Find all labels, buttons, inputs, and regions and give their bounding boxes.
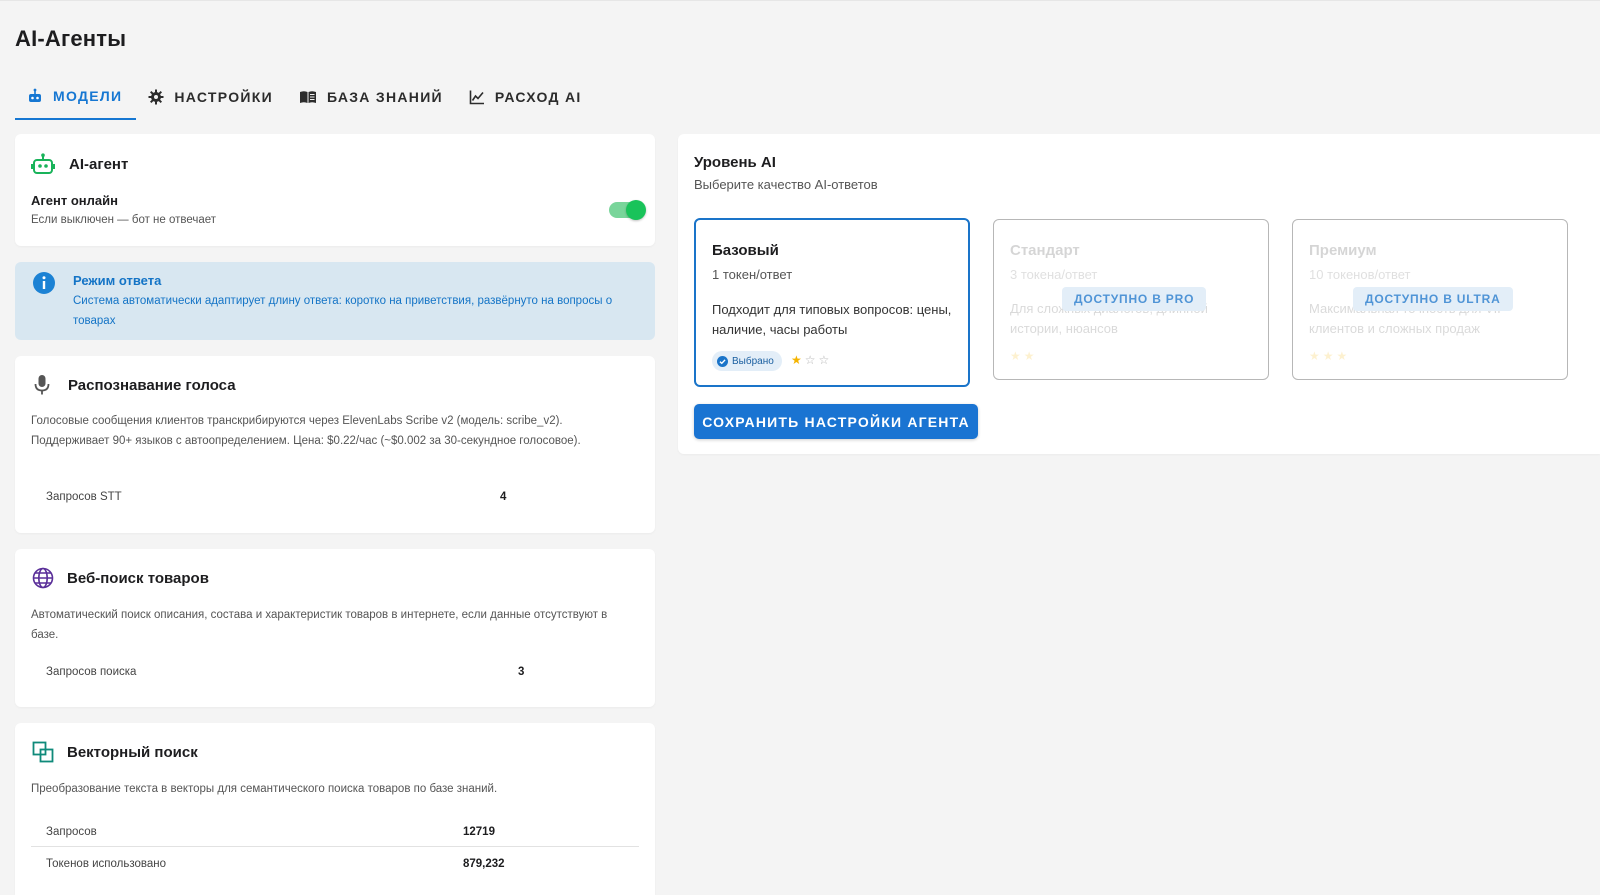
top-divider [0,0,1600,1]
stat-value: 3 [518,666,525,678]
tab-label: НАСТРОЙКИ [174,89,273,105]
tier-name: Стандарт [1010,242,1080,259]
card-description: Преобразование текста в векторы для сема… [31,783,498,795]
robot-icon [31,153,55,174]
tier-card-standard[interactable]: Стандарт 3 токена/ответ Для сложных диал… [993,219,1269,380]
card-title: AI-агент [69,155,129,173]
tier-rating: ★☆☆ [791,353,832,367]
globe-icon [32,567,54,589]
tab-knowledge-base[interactable]: БАЗА ЗНАНИЙ [287,76,457,118]
stat-row: Запросов STT 4 [46,491,526,503]
page-title: AI-Агенты [15,26,127,51]
locked-badge: ДОСТУПНО В ULTRA [1353,287,1513,311]
stat-row: Запросов поиска 3 [46,666,546,678]
line-chart-icon [469,90,484,105]
stat-value: 12719 [463,825,495,838]
tab-label: РАСХОД AI [494,89,582,105]
save-agent-settings-button[interactable]: СОХРАНИТЬ НАСТРОЙКИ АГЕНТА [694,404,978,439]
stat-label: Токенов использовано [46,858,167,870]
info-title: Режим ответа [73,273,162,288]
agent-status-label: Агент онлайн [31,193,118,208]
tier-cost: 10 токенов/ответ [1309,267,1411,282]
tab-label: МОДЕЛИ [53,88,123,104]
microphone-icon [34,375,50,395]
tier-description: Подходит для типовых вопросов: цены, нал… [712,302,952,337]
stat-row: Токенов использовано 879,232 [31,853,639,875]
tier-rating: ★★ [1010,349,1038,363]
tab-models[interactable]: МОДЕЛИ [15,76,137,120]
vector-search-card: Векторный поиск Преобразование текста в … [15,723,655,895]
stat-label: Запросов STT [46,491,122,503]
response-mode-info: Режим ответа Система автоматически адапт… [15,262,655,340]
stat-value: 4 [500,491,507,503]
stat-label: Запросов поиска [46,666,137,678]
agent-online-toggle[interactable] [609,200,646,220]
level-title: Уровень AI [694,154,776,171]
info-icon [33,272,55,294]
tier-name: Базовый [712,242,779,259]
card-title: Векторный поиск [67,743,198,761]
robot-icon [29,88,41,102]
selected-chip: Выбрано [712,351,782,371]
star-empty-icon: ☆☆ [804,353,833,367]
agent-status-hint: Если выключен — бот не отвечает [31,214,217,226]
star-filled-icon: ★ [791,353,805,367]
tab-bar: МОДЕЛИ НАСТРОЙКИ БАЗА ЗНАНИЙ РАСХОД AI [15,76,596,120]
tab-label: БАЗА ЗНАНИЙ [326,89,443,105]
ai-level-panel: Уровень AI Выберите качество AI-ответов … [678,134,1600,454]
tier-rating: ★★★ [1309,349,1351,363]
tier-name: Премиум [1309,242,1377,259]
card-description: Голосовые сообщения клиентов транскрибир… [31,415,581,447]
voice-recognition-card: Распознавание голоса Голосовые сообщения… [15,356,655,533]
tier-card-basic[interactable]: Базовый 1 токен/ответ Подходит для типов… [694,218,970,387]
card-title: Распознавание голоса [68,376,236,394]
card-title: Веб-поиск товаров [67,569,209,587]
tier-card-premium[interactable]: Премиум 10 токенов/ответ Максимальная то… [1292,219,1568,380]
ai-agent-card: AI-агент Агент онлайн Если выключен — бо… [15,134,655,246]
tab-ai-usage[interactable]: РАСХОД AI [457,76,596,118]
info-text: Система автоматически адаптирует длину о… [73,295,613,327]
stat-row: Запросов 12719 [31,817,639,847]
card-description: Автоматический поиск описания, состава и… [31,609,608,641]
layers-icon [32,741,54,763]
level-subtitle: Выберите качество AI-ответов [694,177,878,192]
book-icon [299,91,316,103]
web-search-card: Веб-поиск товаров Автоматический поиск о… [15,549,655,707]
gear-icon [148,89,164,105]
tier-cost: 1 токен/ответ [712,267,793,282]
check-circle-icon [717,355,728,367]
selected-label: Выбрано [732,355,774,367]
stat-value: 879,232 [463,858,505,870]
stat-label: Запросов [46,825,97,838]
tab-settings[interactable]: НАСТРОЙКИ [136,76,287,118]
tier-cost: 3 токена/ответ [1010,267,1098,282]
locked-badge: ДОСТУПНО В PRO [1062,287,1207,311]
